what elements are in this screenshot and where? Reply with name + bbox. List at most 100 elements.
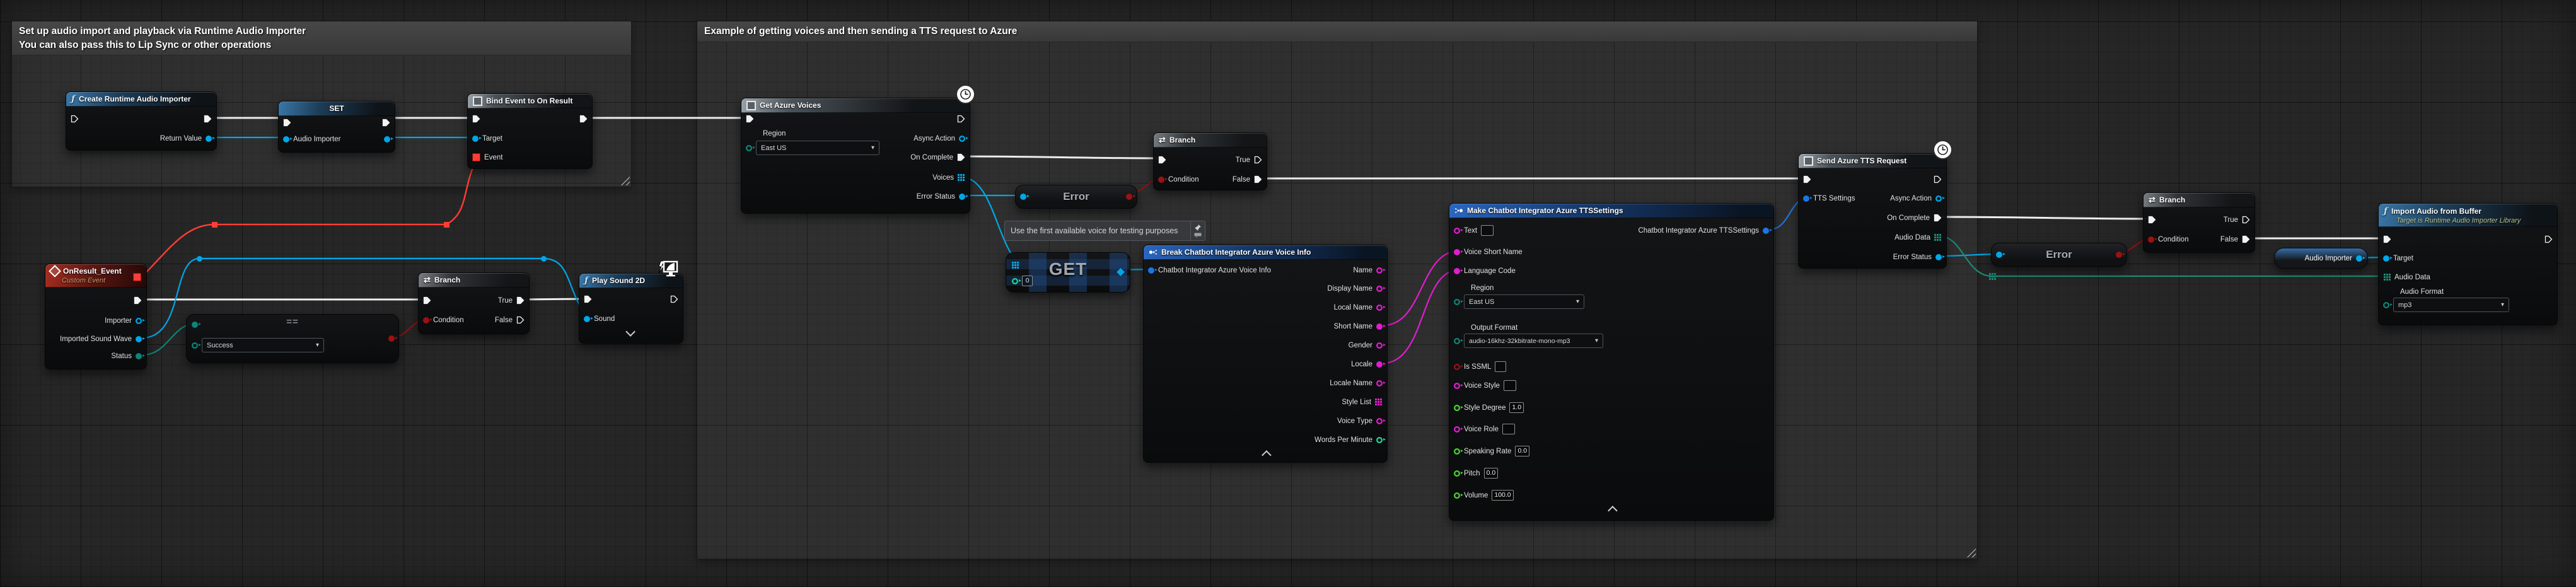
node-import-audio-from-buffer[interactable]: ƒImport Audio from Buffer Target is Runt… bbox=[2378, 203, 2558, 325]
true-exec-pin[interactable]: True bbox=[1236, 154, 1262, 165]
display-name-pin[interactable]: Display Name bbox=[1327, 283, 1383, 294]
exec-in-pin[interactable] bbox=[423, 295, 431, 306]
node-make-azure-ttssettings[interactable]: Make Chatbot Integrator Azure TTSSetting… bbox=[1449, 203, 1774, 521]
voices-array-pin[interactable]: Voices bbox=[932, 172, 965, 183]
words-per-minute-pin[interactable]: Words Per Minute bbox=[1314, 434, 1383, 445]
status-pin[interactable]: Status bbox=[111, 351, 142, 361]
comment-title[interactable]: Example of getting voices and then sendi… bbox=[697, 21, 1977, 42]
exec-out-pin[interactable] bbox=[2544, 234, 2553, 245]
reroute-delegate[interactable] bbox=[444, 222, 450, 228]
region-pin[interactable]: East US▾ bbox=[746, 142, 879, 153]
voice-style-value[interactable] bbox=[1504, 380, 1516, 391]
audio-format-pin[interactable]: mp3▾ bbox=[2383, 299, 2509, 310]
comment-title[interactable]: Set up audio import and playback via Run… bbox=[12, 21, 631, 55]
error-status-pin[interactable]: Error Status bbox=[1893, 252, 1942, 262]
audio-importer-out-pin[interactable] bbox=[384, 134, 390, 144]
exec-out-pin[interactable] bbox=[134, 295, 142, 306]
equal-input-a-pin[interactable] bbox=[192, 319, 198, 330]
expand-node-chevron[interactable] bbox=[579, 329, 683, 336]
element-out-pin[interactable] bbox=[1118, 267, 1123, 277]
reroute-soundwave[interactable] bbox=[197, 256, 202, 262]
node-set-audio-importer[interactable]: SET Audio Importer bbox=[278, 101, 395, 153]
region-pin[interactable]: East US▾ bbox=[1454, 296, 1584, 307]
index-pin[interactable]: 0 bbox=[1012, 276, 1033, 286]
name-pin[interactable]: Name bbox=[1353, 265, 1383, 276]
output-format-dropdown[interactable]: audio-16khz-32kbitrate-mono-mp3▾ bbox=[1464, 334, 1603, 348]
reroute-soundwave[interactable] bbox=[541, 256, 547, 262]
region-dropdown[interactable]: East US▾ bbox=[1464, 294, 1584, 309]
error-status-pin[interactable]: Error Status bbox=[917, 191, 965, 202]
error-status-in-pin[interactable] bbox=[1996, 252, 2002, 258]
true-exec-pin[interactable]: True bbox=[498, 295, 525, 306]
voice-type-pin[interactable]: Voice Type bbox=[1337, 416, 1383, 426]
imported-sound-wave-pin[interactable]: Imported Sound Wave bbox=[60, 334, 142, 344]
pitch-pin[interactable]: Pitch0.0 bbox=[1454, 468, 1498, 479]
false-exec-pin[interactable]: False bbox=[2220, 234, 2250, 245]
delegate-out-pin[interactable] bbox=[133, 272, 141, 282]
collapse-node-chevron[interactable] bbox=[1144, 451, 1387, 458]
node-error-macro-tts[interactable]: Error bbox=[1991, 243, 2127, 267]
async-action-pin[interactable]: Async Action bbox=[1890, 193, 1942, 204]
error-bool-out-pin[interactable] bbox=[2116, 252, 2122, 258]
target-pin[interactable]: Target bbox=[2383, 253, 2413, 264]
voice-role-pin[interactable]: Voice Role bbox=[1454, 424, 1515, 434]
voice-short-name-pin[interactable]: Voice Short Name bbox=[1454, 247, 1523, 257]
exec-out-pin[interactable] bbox=[579, 113, 588, 124]
condition-pin[interactable]: Condition bbox=[423, 315, 464, 325]
node-branch-tts[interactable]: ⇄Branch True Condition False bbox=[2143, 192, 2255, 253]
node-branch-play[interactable]: ⇄Branch True Condition False bbox=[418, 272, 530, 334]
event-delegate-pin[interactable]: Event bbox=[472, 152, 502, 163]
gender-pin[interactable]: Gender bbox=[1349, 340, 1383, 351]
exec-in-pin[interactable] bbox=[2148, 214, 2156, 225]
style-degree-value[interactable]: 1.0 bbox=[1509, 402, 1524, 413]
exec-out-pin[interactable] bbox=[382, 117, 390, 128]
node-equal-enum[interactable]: == Success▾ bbox=[186, 314, 399, 363]
node-play-sound-2d[interactable]: ƒPlay Sound 2D Sound bbox=[579, 273, 683, 344]
equal-result-pin[interactable] bbox=[388, 333, 395, 344]
node-create-runtime-audio-importer[interactable]: ƒCreate Runtime Audio Importer Return Va… bbox=[66, 91, 217, 151]
volume-pin[interactable]: Volume100.0 bbox=[1454, 490, 1514, 501]
voice-style-pin[interactable]: Voice Style bbox=[1454, 380, 1516, 391]
node-send-azure-tts-request[interactable]: Send Azure TTS Request TTS Settings Asyn… bbox=[1798, 153, 1947, 269]
node-branch-voices[interactable]: ⇄Branch True Condition False bbox=[1153, 132, 1267, 190]
exec-in-pin[interactable] bbox=[283, 117, 291, 128]
output-format-pin[interactable]: audio-16khz-32kbitrate-mono-mp3▾ bbox=[1454, 335, 1603, 346]
exec-out-pin[interactable] bbox=[670, 294, 678, 305]
blueprint-graph-canvas[interactable]: Set up audio import and playback via Run… bbox=[0, 0, 2576, 587]
exec-out-pin[interactable] bbox=[1934, 174, 1942, 185]
pitch-value[interactable]: 0.0 bbox=[1484, 468, 1499, 479]
locale-pin[interactable]: Locale bbox=[1351, 359, 1383, 369]
audio-data-array-pin[interactable]: Audio Data bbox=[2384, 272, 2430, 282]
locale-name-pin[interactable]: Locale Name bbox=[1330, 378, 1383, 388]
speaking-rate-value[interactable]: 0.0 bbox=[1515, 446, 1529, 456]
enum-dropdown[interactable]: Success▾ bbox=[202, 338, 324, 352]
language-code-pin[interactable]: Language Code bbox=[1454, 265, 1516, 276]
region-dropdown[interactable]: East US▾ bbox=[756, 141, 879, 155]
text-pin[interactable]: Text bbox=[1454, 225, 1494, 236]
node-onresult-event[interactable]: OnResult_Event Custom Event Importer Imp… bbox=[45, 264, 147, 369]
exec-in-pin[interactable] bbox=[472, 113, 480, 124]
return-value-pin[interactable]: Return Value bbox=[160, 133, 212, 144]
exec-out-pin[interactable] bbox=[204, 113, 212, 124]
exec-in-pin[interactable] bbox=[2383, 234, 2391, 245]
audio-format-dropdown[interactable]: mp3▾ bbox=[2393, 298, 2509, 312]
node-error-macro-voices[interactable]: Error bbox=[1015, 185, 1137, 209]
comment-resize-handle[interactable] bbox=[1966, 548, 1976, 557]
target-pin[interactable]: Target bbox=[472, 133, 502, 144]
speaking-rate-pin[interactable]: Speaking Rate0.0 bbox=[1454, 446, 1529, 456]
exec-in-pin[interactable] bbox=[584, 294, 592, 305]
reroute-audio-data[interactable] bbox=[1989, 273, 1996, 280]
sound-pin[interactable]: Sound bbox=[584, 313, 615, 324]
ttssettings-out-pin[interactable]: Chatbot Integrator Azure TTSSettings bbox=[1638, 225, 1769, 236]
reroute-delegate[interactable] bbox=[212, 222, 218, 228]
volume-value[interactable]: 100.0 bbox=[1492, 490, 1513, 501]
style-degree-pin[interactable]: Style Degree1.0 bbox=[1454, 402, 1524, 413]
voice-role-value[interactable] bbox=[1502, 424, 1515, 434]
node-audio-importer-getter[interactable]: Audio Importer bbox=[2274, 248, 2368, 269]
node-break-azure-voice-info[interactable]: Break Chatbot Integrator Azure Voice Inf… bbox=[1143, 245, 1388, 463]
false-exec-pin[interactable]: False bbox=[495, 315, 525, 325]
true-exec-pin[interactable]: True bbox=[2224, 214, 2250, 225]
node-bind-event-to-on-result[interactable]: Bind Event to On Result Target Event bbox=[467, 93, 593, 169]
equal-input-b-pin[interactable]: Success▾ bbox=[192, 340, 324, 351]
index-value[interactable]: 0 bbox=[1022, 276, 1033, 286]
